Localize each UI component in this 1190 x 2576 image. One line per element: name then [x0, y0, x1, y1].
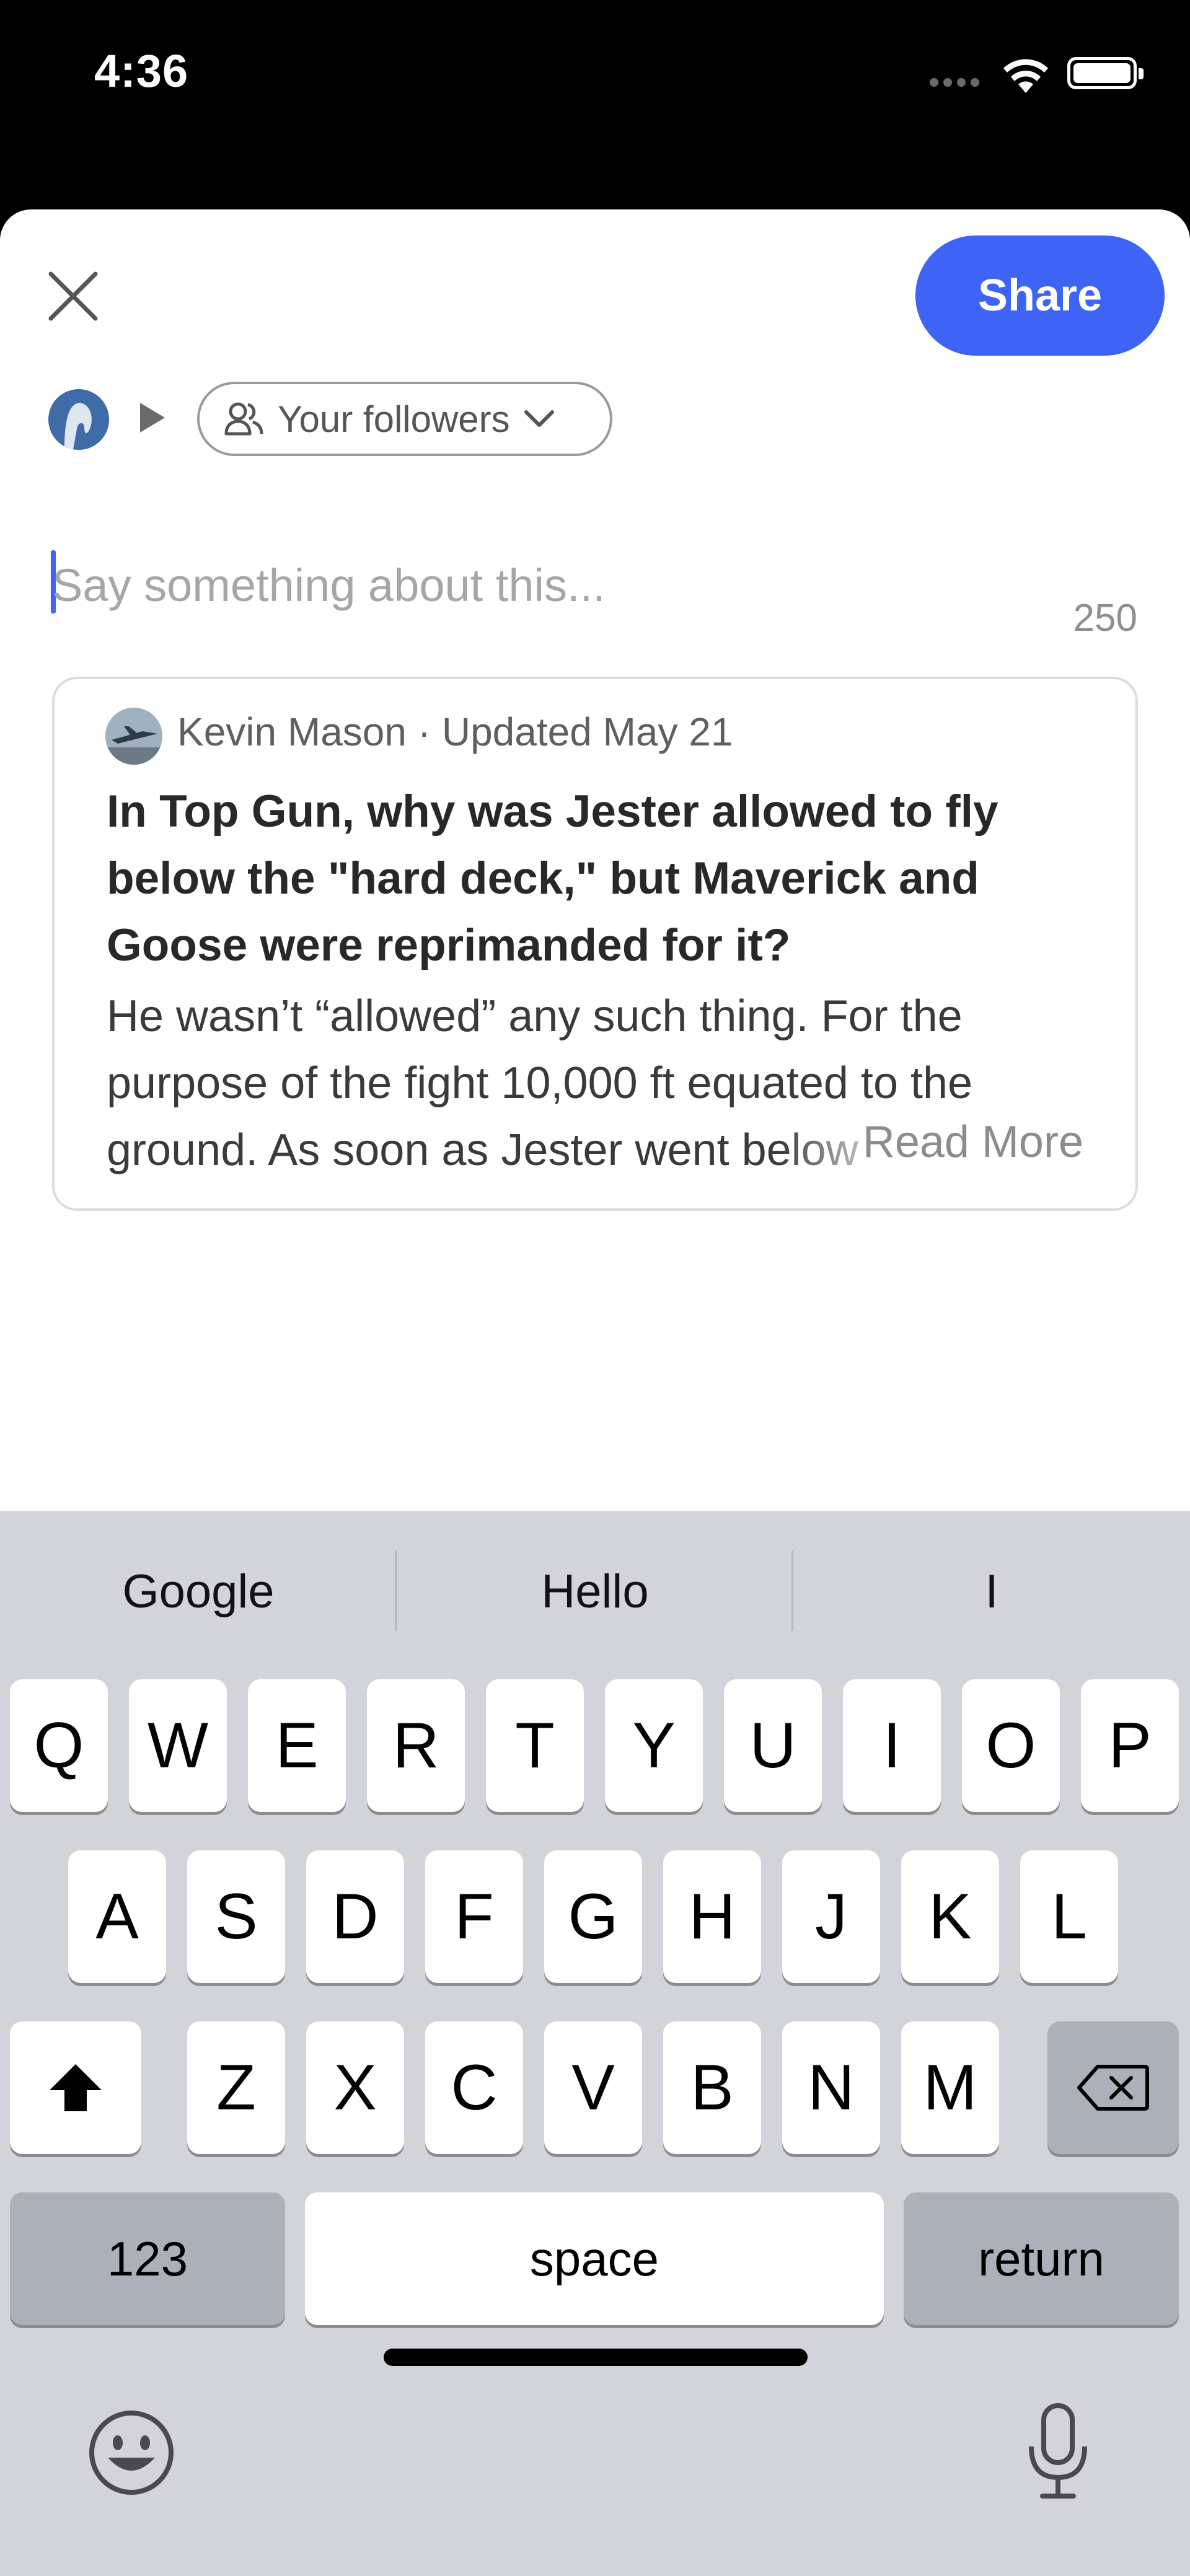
play-arrow-icon — [140, 403, 165, 433]
key-x[interactable]: X — [306, 2021, 404, 2154]
share-button[interactable]: Share — [915, 235, 1165, 356]
key-l[interactable]: L — [1020, 1850, 1118, 1983]
default-avatar-icon — [48, 389, 109, 450]
key-e[interactable]: E — [248, 1679, 346, 1812]
emoji-icon[interactable] — [87, 2408, 176, 2497]
close-icon[interactable] — [43, 266, 103, 326]
quoted-post-card[interactable]: Kevin Mason · Updated May 21 In Top Gun,… — [52, 677, 1138, 1211]
chevron-down-icon — [524, 410, 554, 427]
suggestion-1[interactable]: Google — [0, 1511, 397, 1672]
key-u[interactable]: U — [724, 1679, 822, 1812]
key-r[interactable]: R — [367, 1679, 465, 1812]
suggestion-3[interactable]: I — [793, 1511, 1190, 1672]
read-more-link[interactable]: Read More — [858, 1117, 1083, 1167]
followers-icon — [224, 402, 263, 436]
key-w[interactable]: W — [129, 1679, 227, 1812]
status-bar: 4:36 — [0, 0, 1190, 209]
character-count: 250 — [1073, 597, 1137, 640]
backspace-icon — [1077, 2065, 1149, 2111]
key-i[interactable]: I — [843, 1679, 941, 1812]
share-sheet: Share Your followers 250 — [0, 209, 1190, 1511]
key-p[interactable]: P — [1081, 1679, 1179, 1812]
microphone-icon[interactable] — [1024, 2402, 1092, 2501]
key-v[interactable]: V — [544, 2021, 642, 2154]
compose-input[interactable] — [51, 544, 1107, 626]
key-o[interactable]: O — [962, 1679, 1060, 1812]
key-c[interactable]: C — [425, 2021, 523, 2154]
numbers-key[interactable]: 123 — [10, 2192, 285, 2325]
key-y[interactable]: Y — [605, 1679, 703, 1812]
home-indicator[interactable] — [384, 2349, 808, 2366]
shift-key[interactable] — [10, 2021, 141, 2154]
avatar[interactable] — [48, 389, 109, 450]
jet-photo-icon — [105, 708, 162, 765]
key-t[interactable]: T — [486, 1679, 584, 1812]
key-s[interactable]: S — [187, 1850, 285, 1983]
post-title: In Top Gun, why was Jester allowed to fl… — [107, 786, 998, 970]
cellular-signal-icon — [930, 78, 984, 90]
key-z[interactable]: Z — [187, 2021, 285, 2154]
post-meta: Kevin Mason · Updated May 21 — [177, 710, 733, 754]
key-d[interactable]: D — [306, 1850, 404, 1983]
battery-icon — [1067, 57, 1144, 89]
return-key[interactable]: return — [904, 2192, 1179, 2325]
key-b[interactable]: B — [663, 2021, 761, 2154]
audience-selector[interactable]: Your followers — [197, 382, 612, 456]
key-k[interactable]: K — [901, 1850, 999, 1983]
wifi-icon — [1003, 59, 1048, 93]
author-avatar — [105, 708, 162, 765]
key-j[interactable]: J — [782, 1850, 880, 1983]
key-q[interactable]: Q — [10, 1679, 108, 1812]
key-h[interactable]: H — [663, 1850, 761, 1983]
key-a[interactable]: A — [68, 1850, 166, 1983]
status-time: 4:36 — [94, 45, 189, 97]
audience-label: Your followers — [278, 398, 510, 440]
backspace-key[interactable] — [1047, 2021, 1179, 2154]
key-n[interactable]: N — [782, 2021, 880, 2154]
shift-icon — [50, 2064, 102, 2111]
keyboard: Google Hello I Q W E R T Y U I O P A S D… — [0, 1511, 1190, 2576]
key-m[interactable]: M — [901, 2021, 999, 2154]
suggestion-2[interactable]: Hello — [397, 1511, 793, 1672]
key-f[interactable]: F — [425, 1850, 523, 1983]
space-key[interactable]: space — [305, 2192, 884, 2325]
key-g[interactable]: G — [544, 1850, 642, 1983]
